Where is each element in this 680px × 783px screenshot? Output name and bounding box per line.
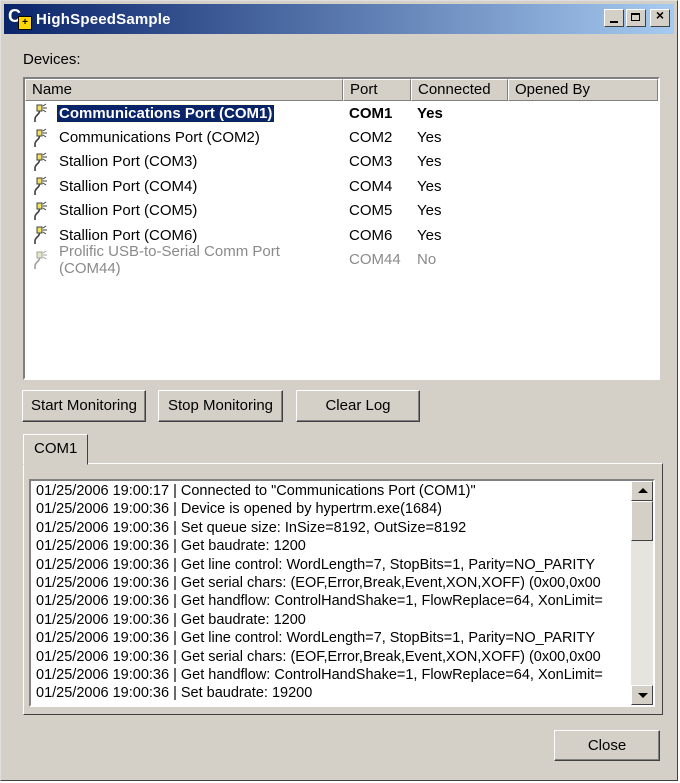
stop-monitoring-button[interactable]: Stop Monitoring [158, 390, 283, 422]
log-line: 01/25/2006 19:00:17 | Connected to "Comm… [36, 483, 476, 499]
device-name-cell: Stallion Port (COM4) [25, 176, 343, 196]
device-port: COM6 [349, 226, 393, 244]
device-name: Stallion Port (COM3) [59, 153, 198, 171]
serial-port-icon [31, 152, 53, 172]
devices-list[interactable]: Name Port Connected Opened By Communicat… [23, 77, 660, 380]
device-row[interactable]: Stallion Port (COM4) COM4 Yes [25, 174, 658, 198]
log-line: 01/25/2006 19:00:36 | Get baudrate: 1200 [36, 611, 306, 628]
log-line: 01/25/2006 19:00:36 | Device is opened b… [36, 501, 442, 518]
device-name-cell: Stallion Port (COM3) [25, 152, 343, 172]
app-icon[interactable]: C + [8, 6, 32, 30]
device-connected: Yes [417, 226, 442, 244]
serial-port-icon [31, 201, 53, 221]
device-row[interactable]: Communications Port (COM2) COM2 Yes [25, 125, 658, 149]
close-icon: × [655, 7, 665, 23]
minimize-button[interactable] [604, 9, 624, 27]
close-window-button[interactable]: × [650, 7, 670, 27]
device-connected: Yes [417, 104, 443, 122]
device-connected: Yes [417, 153, 442, 171]
device-connected: Yes [417, 177, 442, 195]
device-name: Stallion Port (COM4) [59, 177, 198, 195]
log-lines: 01/25/2006 19:00:17 | Connected to "Comm… [36, 482, 626, 703]
device-name: Communications Port (COM1) [55, 103, 276, 123]
tab-com1[interactable]: COM1 [23, 434, 88, 465]
log-line: 01/25/2006 19:00:36 | Set baudrate: 1920… [36, 685, 313, 702]
device-port: COM44 [349, 251, 401, 269]
arrow-up-icon [638, 488, 648, 493]
log-line: 01/25/2006 19:00:36 | Get handflow: Cont… [36, 593, 603, 610]
device-connected: Yes [417, 129, 442, 147]
arrow-down-icon [638, 693, 648, 698]
device-name: Communications Port (COM2) [59, 129, 260, 147]
devices-label: Devices: [23, 51, 81, 68]
app-window: C + HighSpeedSample × Devices: Name Port … [0, 0, 678, 781]
scroll-down-button[interactable] [631, 685, 653, 705]
device-port: COM3 [349, 153, 393, 171]
log-box[interactable]: 01/25/2006 19:00:17 | Connected to "Comm… [29, 479, 655, 707]
device-name-cell: Prolific USB-to-Serial Comm Port (COM44) [25, 243, 343, 277]
log-line: 01/25/2006 19:00:36 | Set queue size: In… [36, 519, 467, 536]
serial-port-icon [31, 103, 53, 123]
device-name: Stallion Port (COM6) [59, 226, 198, 244]
device-name-cell: Communications Port (COM2) [25, 128, 343, 148]
title-bar[interactable]: C + HighSpeedSample × [4, 4, 674, 34]
log-line: 01/25/2006 19:00:36 | Get line control: … [36, 556, 595, 573]
devices-list-header: Name Port Connected Opened By [25, 79, 658, 101]
start-monitoring-button[interactable]: Start Monitoring [22, 390, 146, 422]
column-header-connected[interactable]: Connected [411, 79, 508, 101]
minimize-icon [610, 21, 618, 23]
maximize-button[interactable] [626, 9, 646, 27]
close-button[interactable]: Close [554, 730, 660, 761]
scroll-up-button[interactable] [631, 481, 653, 501]
column-header-name[interactable]: Name [25, 79, 343, 101]
serial-port-icon [31, 176, 53, 196]
device-connected: Yes [417, 202, 442, 220]
device-port: COM1 [349, 104, 393, 122]
device-port: COM5 [349, 202, 393, 220]
log-line: 01/25/2006 19:00:36 | Get handflow: Cont… [36, 667, 603, 684]
log-line: 01/25/2006 19:00:36 | Get baudrate: 1200 [36, 538, 306, 555]
devices-list-body: Communications Port (COM1) COM1 Yes Communi… [25, 101, 658, 277]
device-row[interactable]: Communications Port (COM1) COM1 Yes [25, 101, 658, 125]
device-row[interactable]: Stallion Port (COM5) COM5 Yes [25, 199, 658, 223]
clear-log-button[interactable]: Clear Log [296, 390, 420, 422]
device-connected: No [417, 251, 437, 269]
maximize-icon [631, 13, 640, 21]
device-port: COM2 [349, 129, 393, 147]
column-header-opened-by[interactable]: Opened By [508, 79, 658, 101]
device-name-cell: Communications Port (COM1) [25, 103, 343, 123]
log-line: 01/25/2006 19:00:36 | Get serial chars: … [36, 648, 601, 665]
device-row[interactable]: Stallion Port (COM3) COM3 Yes [25, 150, 658, 174]
device-name-cell: Stallion Port (COM5) [25, 201, 343, 221]
device-name: Stallion Port (COM5) [59, 202, 198, 220]
window-title: HighSpeedSample [36, 10, 171, 28]
column-header-port[interactable]: Port [343, 79, 411, 101]
scroll-thumb[interactable] [631, 501, 653, 541]
serial-port-icon [31, 128, 53, 148]
log-scrollbar[interactable] [631, 481, 653, 705]
device-name: Prolific USB-to-Serial Comm Port (COM44) [59, 242, 280, 277]
device-row[interactable]: Prolific USB-to-Serial Comm Port (COM44)… [25, 243, 658, 277]
device-port: COM4 [349, 177, 393, 195]
serial-port-icon [31, 250, 53, 270]
log-line: 01/25/2006 19:00:36 | Get serial chars: … [36, 575, 601, 592]
log-line: 01/25/2006 19:00:36 | Get line control: … [36, 630, 595, 647]
